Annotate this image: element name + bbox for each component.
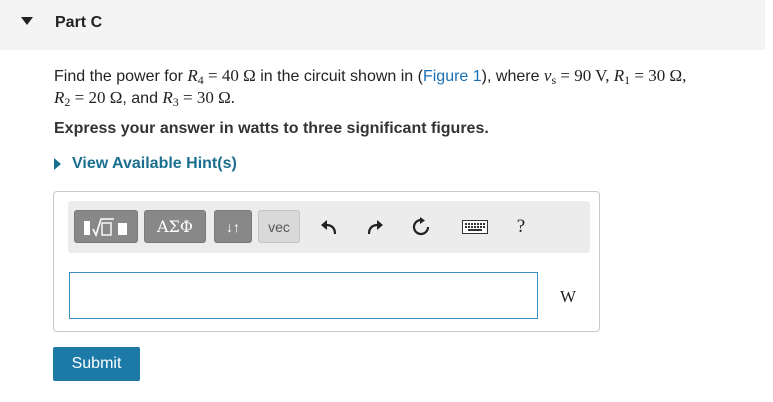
answer-instruction: Express your answer in watts to three si… bbox=[54, 120, 489, 137]
keyboard-icon[interactable] bbox=[460, 217, 490, 237]
arrows-button[interactable]: ↓↑ bbox=[214, 210, 252, 243]
help-button[interactable]: ? bbox=[510, 216, 532, 237]
vs-math: vs = 90 V, R1 = 30 Ω, bbox=[544, 66, 687, 86]
vs-value: = 90 V, bbox=[556, 66, 614, 85]
r3-symbol: R bbox=[162, 88, 173, 107]
view-hints-link[interactable]: View Available Hint(s) bbox=[54, 155, 237, 173]
greek-symbols-label: ΑΣΦ bbox=[157, 217, 193, 236]
r2-math: R2 = 20 Ω bbox=[54, 88, 123, 108]
hint-caret-icon bbox=[54, 158, 61, 170]
vector-label: vec bbox=[268, 218, 290, 235]
templates-icon bbox=[84, 217, 127, 237]
r1-symbol: R bbox=[613, 66, 625, 85]
hint-label: View Available Hint(s) bbox=[72, 155, 237, 172]
math-toolbar: ΑΣΦ ↓↑ vec ? bbox=[68, 201, 590, 253]
part-header[interactable]: Part C bbox=[0, 0, 765, 50]
r3-math: R3 = 30 Ω. bbox=[162, 88, 236, 108]
answer-panel: ΑΣΦ ↓↑ vec ? W bbox=[53, 191, 600, 332]
problem-text: ), where bbox=[481, 68, 544, 85]
redo-icon[interactable] bbox=[364, 217, 386, 237]
r2-symbol: R bbox=[54, 88, 65, 107]
answer-input[interactable] bbox=[69, 272, 538, 319]
r4-math: R4 = 40 Ω bbox=[187, 66, 256, 86]
r2-value: = 20 Ω bbox=[70, 88, 123, 107]
r1-value: = 30 Ω, bbox=[630, 66, 687, 85]
undo-icon[interactable] bbox=[318, 217, 340, 237]
r4-symbol: R bbox=[187, 66, 198, 85]
vector-button[interactable]: vec bbox=[258, 210, 300, 243]
help-label: ? bbox=[516, 216, 526, 237]
problem-statement: Find the power for R4 = 40 Ω in the circ… bbox=[54, 65, 764, 109]
problem-text: in the circuit shown in ( bbox=[255, 68, 423, 85]
templates-button[interactable] bbox=[74, 210, 138, 243]
figure-link[interactable]: Figure 1 bbox=[423, 68, 482, 85]
part-title: Part C bbox=[55, 14, 103, 31]
collapse-caret-icon[interactable] bbox=[21, 17, 33, 25]
greek-symbols-button[interactable]: ΑΣΦ bbox=[144, 210, 206, 243]
r3-value: = 30 Ω. bbox=[178, 88, 236, 107]
reset-icon[interactable] bbox=[410, 217, 432, 237]
submit-button[interactable]: Submit bbox=[53, 347, 140, 381]
arrows-label: ↓↑ bbox=[226, 218, 240, 235]
problem-text: , and bbox=[122, 90, 163, 107]
unit-label: W bbox=[560, 287, 577, 306]
problem-text: Find the power for bbox=[54, 68, 188, 85]
r4-value: = 40 Ω bbox=[203, 66, 256, 85]
